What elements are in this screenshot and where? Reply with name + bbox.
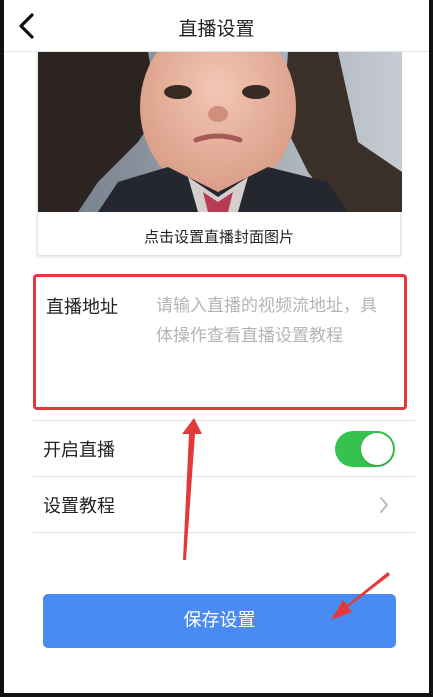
tutorial-row[interactable]: 设置教程 bbox=[33, 476, 415, 533]
live-toggle-switch[interactable] bbox=[335, 431, 395, 467]
nav-bar: 直播设置 bbox=[4, 0, 429, 52]
phone-screen: 直播设置 点击设置直播封面图片 直播地址 请输入直播的视频流地址，具体操作查看直… bbox=[0, 0, 433, 697]
cover-image bbox=[38, 52, 402, 212]
save-settings-button[interactable]: 保存设置 bbox=[43, 594, 396, 648]
stream-url-field-highlight: 直播地址 bbox=[33, 274, 407, 410]
stream-url-input[interactable] bbox=[156, 291, 388, 391]
cover-image-picker[interactable]: 点击设置直播封面图片 bbox=[37, 52, 402, 256]
cover-caption: 点击设置直播封面图片 bbox=[143, 228, 294, 246]
page-title: 直播设置 bbox=[178, 18, 255, 40]
toggle-knob bbox=[361, 433, 393, 465]
stream-url-label: 直播地址 bbox=[46, 297, 118, 318]
tutorial-label: 设置教程 bbox=[43, 496, 115, 517]
live-toggle-row: 开启直播 bbox=[33, 420, 415, 476]
live-toggle-label: 开启直播 bbox=[43, 440, 115, 461]
chevron-right-icon bbox=[380, 497, 388, 513]
